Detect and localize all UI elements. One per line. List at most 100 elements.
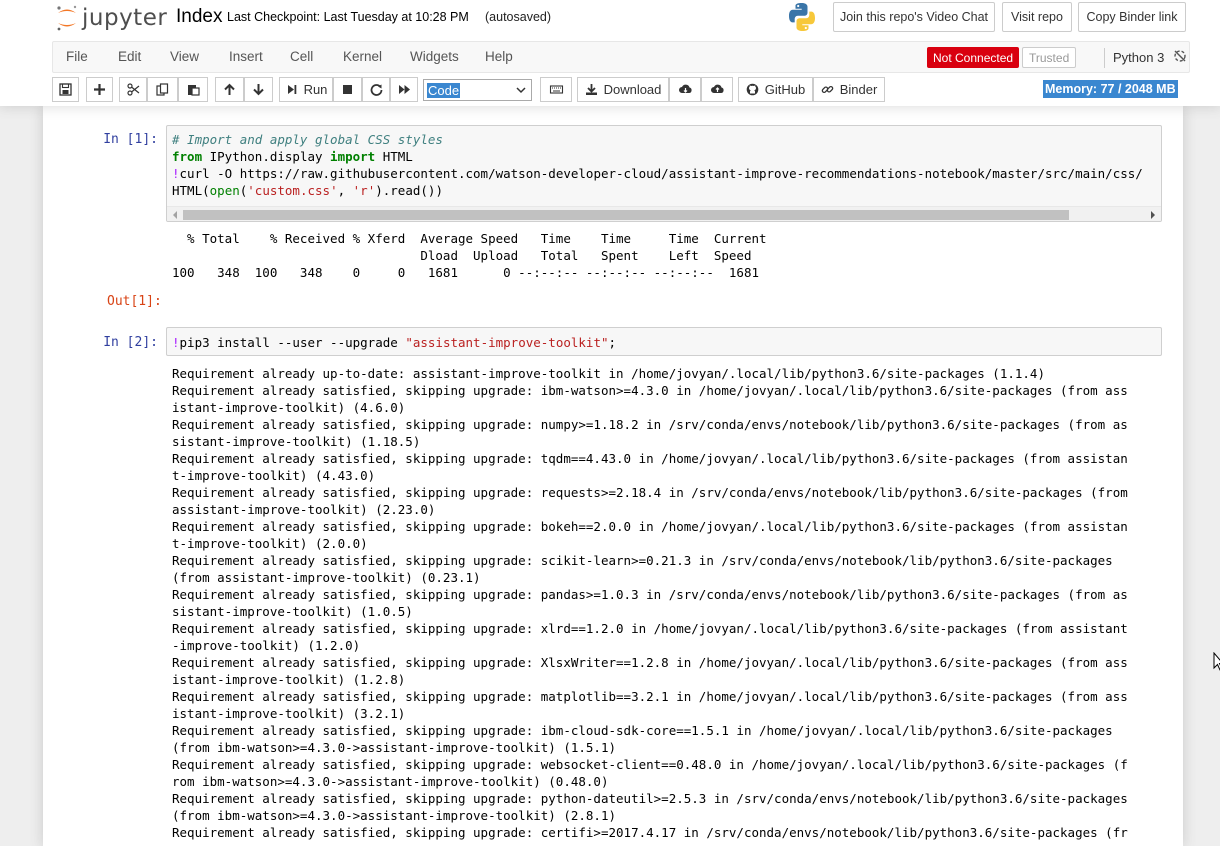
cell-2-output-line: Requirement already up-to-date: assistan… xyxy=(172,366,1045,381)
plus-icon xyxy=(94,84,105,95)
notebook-name[interactable]: Index xyxy=(176,6,222,28)
copy-binder-link-button[interactable]: Copy Binder link xyxy=(1078,2,1186,32)
github-icon xyxy=(746,83,759,96)
cell-2-output-line: Requirement already satisfied, skipping … xyxy=(172,417,1128,432)
cloud-upload-button[interactable] xyxy=(701,77,733,102)
command-palette-button[interactable] xyxy=(540,77,572,102)
cell-2-output-line: sistant-improve-toolkit) (1.18.5) xyxy=(172,434,421,449)
paste-icon xyxy=(187,85,200,96)
keyboard-icon xyxy=(549,85,563,94)
visit-repo-button[interactable]: Visit repo xyxy=(1002,2,1072,32)
link-icon xyxy=(821,85,834,94)
cell-2-code-editor[interactable]: !pip3 install --user --upgrade "assistan… xyxy=(166,327,1162,356)
cloud-download-icon xyxy=(678,84,692,93)
code-line-1: # Import and apply global CSS styles xyxy=(172,132,443,147)
menu-help[interactable]: Help xyxy=(485,49,513,64)
restart-icon xyxy=(370,84,382,96)
cell-1-output-line-2: Dload Upload Total Spent Left Speed xyxy=(172,248,752,263)
binder-label: Binder xyxy=(839,82,878,97)
cell-2-output-line: assistant-improve-toolkit) (2.23.0) xyxy=(172,502,436,517)
interrupt-button[interactable] xyxy=(333,77,362,102)
github-button[interactable]: GitHub xyxy=(738,77,813,102)
menu-file[interactable]: File xyxy=(66,49,88,64)
stop-icon xyxy=(343,85,352,94)
insert-cell-button[interactable] xyxy=(86,77,113,102)
save-button[interactable] xyxy=(52,77,79,102)
cell-2-output-line: istant-improve-toolkit) (3.2.1) xyxy=(172,706,406,721)
download-button[interactable]: Download xyxy=(577,77,669,102)
notebook-container: In [1]: # Import and apply global CSS st… xyxy=(43,106,1183,846)
step-forward-icon xyxy=(287,85,296,94)
chevron-down-icon xyxy=(516,87,526,94)
cell-2-output-line: rom ibm-watson>=4.3.0->assistant-improve… xyxy=(172,774,609,789)
cloud-download-button[interactable] xyxy=(669,77,701,102)
cell-2-output-line: Requirement already satisfied, skipping … xyxy=(172,689,1128,704)
paste-button[interactable] xyxy=(178,77,208,102)
connection-status-badge[interactable]: Not Connected xyxy=(927,47,1020,68)
scrollbar-thumb[interactable] xyxy=(183,210,1069,220)
run-label: Run xyxy=(303,82,328,97)
code-line-2: from IPython.display import HTML xyxy=(172,149,413,164)
cell-2-output-line: Requirement already satisfied, skipping … xyxy=(172,451,1128,466)
menu-insert[interactable]: Insert xyxy=(229,49,263,64)
jupyter-logo-text: jupyter xyxy=(82,5,168,31)
copy-button[interactable] xyxy=(147,77,178,102)
divider xyxy=(1104,48,1105,68)
move-up-button[interactable] xyxy=(215,77,244,102)
cut-button[interactable] xyxy=(119,77,147,102)
cell-2-output-line: Requirement already satisfied, skipping … xyxy=(172,655,1128,670)
cloud-upload-icon xyxy=(710,84,724,93)
binder-button[interactable]: Binder xyxy=(813,77,885,102)
cell-2-output-line: Requirement already satisfied, skipping … xyxy=(172,723,1113,738)
copy-icon xyxy=(156,83,169,96)
menu-kernel[interactable]: Kernel xyxy=(343,49,382,64)
cell-2-output-line: (from ibm-watson>=4.3.0->assistant-impro… xyxy=(172,808,617,823)
mouse-cursor-icon xyxy=(1213,652,1220,671)
autosave-status: (autosaved) xyxy=(485,10,552,24)
menu-cell[interactable]: Cell xyxy=(290,49,313,64)
code-line-4: HTML(open('custom.css', 'r').read()) xyxy=(172,183,443,198)
code-line-1: !pip3 install --user --upgrade "assistan… xyxy=(172,335,617,350)
kernel-name: Python 3 xyxy=(1113,50,1165,65)
cell-2-output-line: t-improve-toolkit) (4.43.0) xyxy=(172,468,376,483)
run-button[interactable]: Run xyxy=(279,77,333,102)
cell-2-output-line: Requirement already satisfied, skipping … xyxy=(172,621,1128,636)
jupyter-logo[interactable]: jupyter xyxy=(55,3,167,33)
cell-2-output-line: Requirement already satisfied, skipping … xyxy=(172,757,1128,772)
cell-1-output-line-1: % Total % Received % Xferd Average Speed… xyxy=(172,231,767,246)
cell-1-output-line-3: 100 348 100 348 0 0 1681 0 --:--:-- --:-… xyxy=(172,265,759,280)
trusted-badge[interactable]: Trusted xyxy=(1022,47,1077,68)
restart-run-all-button[interactable] xyxy=(390,77,418,102)
scroll-right-icon[interactable] xyxy=(1149,210,1157,220)
cell-2-output-line: Requirement already satisfied, skipping … xyxy=(172,383,1128,398)
cell-type-select[interactable]: Code xyxy=(423,79,532,101)
kernel-disconnected-icon xyxy=(1174,50,1186,62)
cell-1-input-prompt: In [1]: xyxy=(103,132,158,147)
cell-2-output-line: istant-improve-toolkit) (4.6.0) xyxy=(172,400,406,415)
cell-2-output-line: -improve-toolkit) (1.2.0) xyxy=(172,638,361,653)
python-logo-icon xyxy=(789,3,815,32)
move-down-button[interactable] xyxy=(244,77,273,102)
scissors-icon xyxy=(126,83,139,96)
menu-view[interactable]: View xyxy=(170,49,199,64)
cell-2-output-line: Requirement already satisfied, skipping … xyxy=(172,825,1128,840)
scroll-left-icon[interactable] xyxy=(171,210,179,220)
arrow-down-icon xyxy=(253,84,264,96)
video-chat-button[interactable]: Join this repo's Video Chat xyxy=(833,2,995,32)
cell-1-output-prompt: Out[1]: xyxy=(107,294,162,309)
restart-button[interactable] xyxy=(362,77,390,102)
download-label: Download xyxy=(603,82,662,97)
cell-2-output-line: Requirement already satisfied, skipping … xyxy=(172,791,1128,806)
menu-edit[interactable]: Edit xyxy=(118,49,141,64)
cell-2-output-line: Requirement already satisfied, skipping … xyxy=(172,553,1113,568)
cell-1-code-editor[interactable]: # Import and apply global CSS styles fro… xyxy=(166,125,1162,222)
horizontal-scrollbar[interactable] xyxy=(167,206,1161,221)
menu-widgets[interactable]: Widgets xyxy=(410,49,459,64)
cell-2-output-line: t-improve-toolkit) (2.0.0) xyxy=(172,536,368,551)
cell-2-output-line: (from assistant-improve-toolkit) (0.23.1… xyxy=(172,570,481,585)
cell-2-output-line: Requirement already satisfied, skipping … xyxy=(172,485,1128,500)
cell-2-input-prompt: In [2]: xyxy=(103,335,158,350)
cell-type-value: Code xyxy=(427,83,461,98)
cell-2-output-line: sistant-improve-toolkit) (1.0.5) xyxy=(172,604,413,619)
checkpoint-status: Last Checkpoint: Last Tuesday at 10:28 P… xyxy=(227,10,469,24)
